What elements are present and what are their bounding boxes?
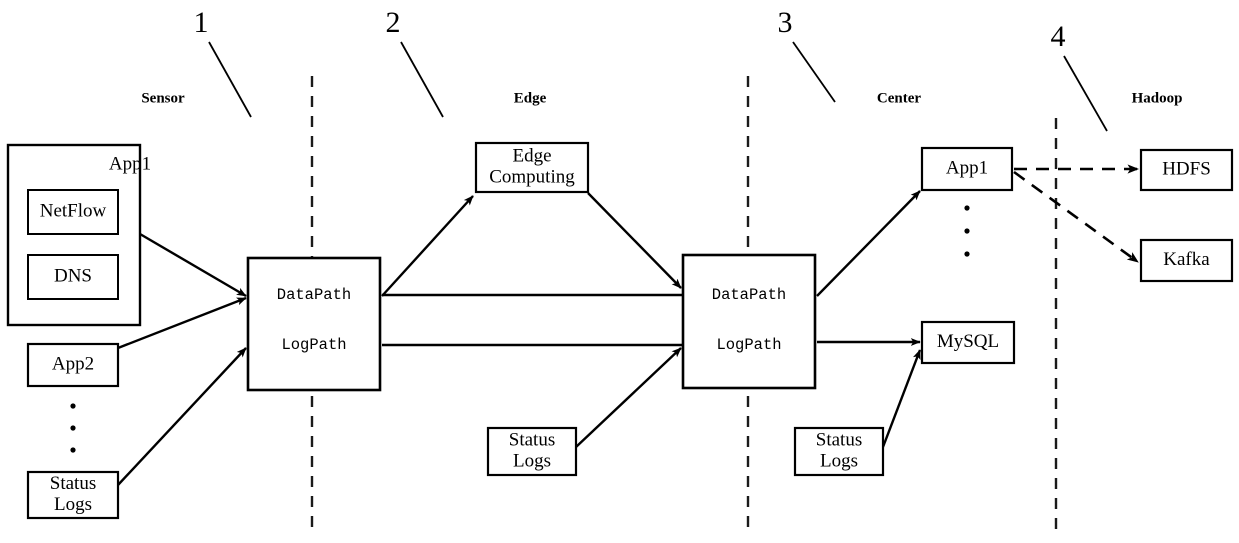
app1-center-label: App1 (946, 157, 988, 178)
section-label-sensor: Sensor (141, 90, 185, 106)
edge-agent-rect (681, 253, 817, 390)
ellipsis-groups (70, 205, 970, 453)
dns: DNS (27, 254, 119, 300)
status-logs-center: StatusLogs (793, 426, 885, 477)
marker-number-2: 2 (386, 6, 401, 39)
callout-markers: 1 2 3 4 (194, 6, 1108, 132)
netflow: NetFlow (27, 189, 119, 235)
ellipsis-sensor-dot1 (70, 403, 76, 409)
datapath-edge: DataPath (712, 286, 786, 304)
app2-sensor-label: App2 (52, 353, 94, 374)
edge-computing-to-edge-agent (587, 192, 682, 289)
mysql: MySQL (920, 320, 1016, 365)
logpath-sensor: LogPath (281, 336, 346, 354)
status-logs-edge-to-edge-agent (575, 347, 682, 448)
marker-3: 3 (778, 6, 836, 103)
marker-leader-3 (792, 41, 836, 103)
sensor-agent-rect (246, 256, 382, 392)
app1-center: App1 (920, 146, 1014, 192)
edge-computing: EdgeComputing (474, 141, 590, 194)
netflow-to-sensor-agent (139, 232, 247, 298)
ellipsis-center (964, 205, 970, 257)
section-label-hadoop: Hadoop (1132, 90, 1183, 106)
status-logs-center-label-line1: Status (816, 429, 862, 450)
ellipsis-center-dot3 (964, 251, 970, 257)
marker-number-4: 4 (1051, 20, 1066, 53)
edge-agent (681, 253, 817, 390)
status-logs-edge: StatusLogs (486, 426, 578, 477)
datapath-sensor: DataPath (277, 286, 351, 304)
marker-leader-4 (1063, 55, 1108, 132)
ellipsis-sensor (70, 403, 76, 453)
section-label-edge: Edge (514, 90, 547, 106)
edge-to-app1-center (816, 190, 921, 297)
app2-sensor: App2 (26, 342, 120, 388)
marker-leader-1 (208, 41, 252, 118)
marker-4: 4 (1051, 20, 1108, 132)
sensor-agent (246, 256, 382, 392)
marker-leader-2 (400, 41, 444, 118)
mysql-label: MySQL (937, 331, 999, 352)
hdfs: HDFS (1139, 148, 1234, 192)
logpath-edge: LogPath (716, 336, 781, 354)
sensor-to-edge-computing (381, 195, 474, 297)
app1-center-to-kafka (1013, 170, 1139, 264)
status-logs-sensor: StatusLogs (26, 470, 120, 520)
dns-label: DNS (54, 265, 92, 286)
status-logs-sensor-label-line2: Logs (54, 494, 92, 515)
status-logs-edge-label-line2: Logs (513, 450, 551, 471)
app1-sensor-label: App1 (109, 153, 151, 174)
kafka-label: Kafka (1163, 249, 1210, 270)
edge-computing-label-line1: Edge (512, 145, 551, 166)
status-logs-to-sensor-agent (117, 347, 247, 486)
section-label-center: Center (877, 90, 921, 106)
marker-number-1: 1 (194, 6, 209, 39)
marker-number-3: 3 (778, 6, 793, 39)
marker-1: 1 (194, 6, 252, 118)
hdfs-label: HDFS (1162, 158, 1211, 179)
ellipsis-sensor-dot3 (70, 447, 76, 453)
kafka: Kafka (1139, 238, 1234, 283)
status-logs-center-to-mysql (881, 349, 922, 448)
architecture-diagram: App1 NetFlow DNS App2 Status Logs Edge Computin… (0, 0, 1239, 543)
section-labels: Sensor Edge Center Hadoop (141, 90, 1182, 106)
marker-2: 2 (386, 6, 444, 118)
diagram-canvas: App1NetFlowDNSApp2StatusLogsEdgeComputin… (6, 6, 1234, 536)
ellipsis-sensor-dot2 (70, 425, 76, 431)
netflow-label: NetFlow (40, 200, 107, 221)
diagram-nodes: App1NetFlowDNSApp2StatusLogsEdgeComputin… (6, 141, 1234, 520)
status-logs-edge-label-line1: Status (509, 429, 555, 450)
ellipsis-center-dot2 (964, 228, 970, 234)
ellipsis-center-dot1 (964, 205, 970, 211)
status-logs-center-label-line2: Logs (820, 450, 858, 471)
status-logs-sensor-label-line1: Status (50, 473, 96, 494)
edge-computing-label-line2: Computing (489, 166, 575, 187)
